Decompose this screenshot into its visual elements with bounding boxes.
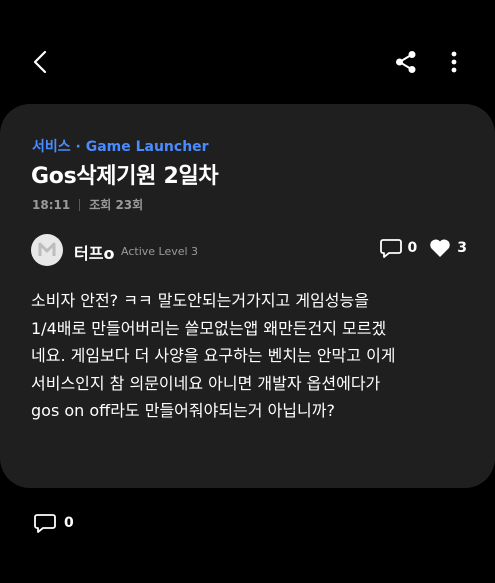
top-app-bar — [0, 0, 495, 104]
chevron-left-icon — [33, 50, 47, 74]
post-stats: 0 3 — [368, 238, 467, 258]
avatar[interactable] — [31, 234, 63, 266]
footer-comment-count: 0 — [64, 515, 74, 531]
post-meta: 18:11 조회 23회 — [32, 196, 143, 213]
meta-divider — [79, 198, 81, 211]
more-vertical-icon — [451, 51, 457, 73]
bottom-comment-bar[interactable]: 0 — [34, 509, 74, 537]
back-button[interactable] — [20, 42, 60, 82]
comment-icon — [34, 514, 56, 533]
comment-count: 0 — [407, 240, 418, 256]
comment-icon — [379, 239, 402, 258]
post-views: 조회 23회 — [89, 198, 144, 212]
comment-stat[interactable]: 0 — [379, 238, 418, 258]
author-row: 터프o Active Level 3 0 3 — [31, 232, 467, 268]
author-level: Active Level 3 — [121, 245, 199, 258]
share-button[interactable] — [386, 42, 426, 82]
author-name[interactable]: 터프o — [74, 240, 114, 264]
avatar-logo-icon — [38, 242, 56, 256]
post-title: Gos삭제기원 2일차 — [31, 164, 219, 189]
heart-icon — [430, 239, 451, 257]
post-category[interactable]: 서비스 · Game Launcher — [32, 136, 209, 156]
post-time: 18:11 — [32, 197, 71, 212]
post-body: 소비자 안전? ㅋㅋ 말도안되는거가지고 게임성능을 1/4배로 만들어버리는 … — [31, 291, 396, 420]
like-stat[interactable]: 3 — [429, 238, 467, 258]
more-options-button[interactable] — [434, 42, 474, 82]
like-count: 3 — [457, 240, 467, 256]
share-icon — [396, 51, 416, 73]
